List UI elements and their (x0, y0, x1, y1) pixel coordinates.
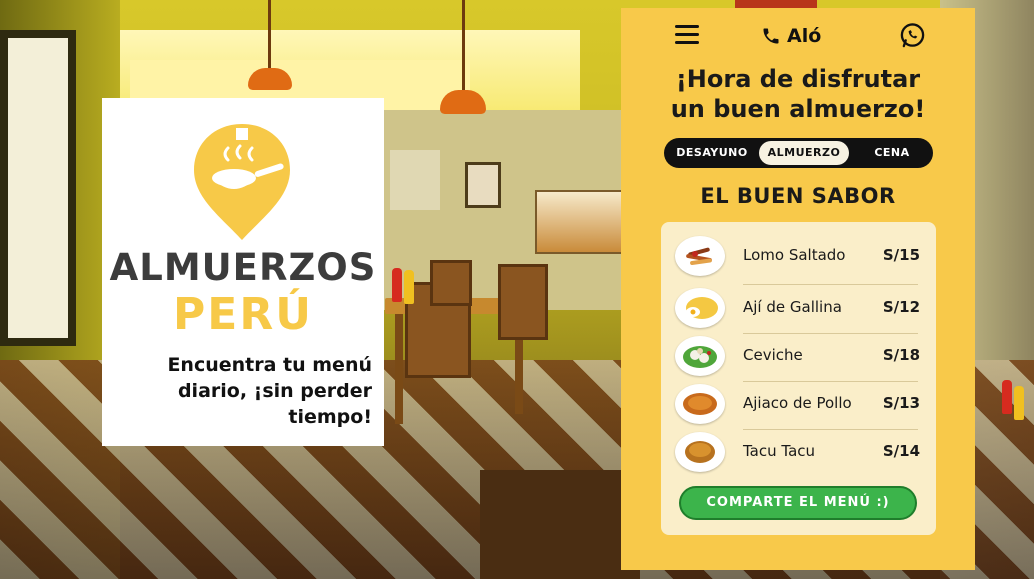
background-mustard-bottle (404, 270, 414, 304)
background-chair (498, 264, 548, 340)
tab-cena[interactable]: CENA (858, 141, 926, 165)
whatsapp-icon[interactable] (899, 22, 926, 49)
dish-price: S/15 (882, 246, 920, 264)
brand-name: ALMUERZOS (109, 246, 377, 289)
restaurant-name: EL BUEN SABOR (700, 184, 896, 208)
menu-item[interactable]: Ajiaco de Pollo S/13 (673, 380, 924, 428)
call-button[interactable]: Aló (761, 22, 821, 50)
dish-price: S/14 (882, 442, 920, 460)
menu-item[interactable]: Lomo Saltado S/15 (673, 232, 924, 280)
headline-line-1: ¡Hora de disfrutar (675, 65, 921, 93)
phone-icon (763, 28, 779, 44)
menu-item[interactable]: Ceviche S/18 (673, 332, 924, 380)
call-label: Aló (787, 25, 822, 47)
brand-tagline: Encuentra tu menú diario, ¡sin perder ti… (167, 354, 372, 428)
background-mustard-bottle (1014, 386, 1024, 420)
tab-desayuno[interactable]: DESAYUNO (670, 141, 754, 165)
dish-name: Ajiaco de Pollo (743, 394, 852, 412)
background-counter (480, 470, 640, 579)
background-ketchup-bottle (392, 268, 402, 302)
meal-tabs: DESAYUNO ALMUERZO CENA (664, 138, 933, 168)
phone-mockup: Aló ¡Hora de disfrutar un buen almuerzo!… (621, 8, 975, 570)
headline: ¡Hora de disfrutar un buen almuerzo! (621, 64, 975, 124)
tacu-tacu-dish-image (675, 432, 725, 472)
ajiaco-de-pollo-dish-image (675, 384, 725, 424)
background-order-sign (735, 0, 817, 8)
dish-price: S/18 (882, 346, 920, 364)
share-menu-button[interactable]: COMPARTE EL MENÚ :) (679, 486, 917, 520)
menu-item[interactable]: Ají de Gallina S/12 (673, 284, 924, 332)
lomo-saltado-dish-image (675, 236, 725, 276)
dish-price: S/13 (882, 394, 920, 412)
dish-name: Ají de Gallina (743, 298, 842, 316)
brand-country: PERÚ (173, 289, 313, 340)
frying-pan-pin-logo-icon (194, 124, 290, 240)
hamburger-menu-icon[interactable] (675, 25, 699, 45)
dish-name: Tacu Tacu (743, 442, 816, 460)
dish-name: Ceviche (743, 346, 803, 364)
background-table-leg (395, 314, 403, 424)
brand-card: ALMUERZOS PERÚ Encuentra tu menú diario,… (102, 98, 384, 446)
background-display-case (535, 190, 629, 254)
phone-top-bar: Aló (621, 22, 975, 50)
background-wall-painting (0, 30, 76, 346)
pendant-lamp (440, 90, 486, 114)
background-menu-board (390, 150, 440, 210)
dish-price: S/12 (882, 298, 920, 316)
pendant-lamp (248, 68, 292, 90)
headline-line-2: un buen almuerzo! (670, 95, 926, 123)
background-ketchup-bottle (1002, 380, 1012, 414)
menu-card: Lomo Saltado S/15 Ají de Gallina S/12 Ce… (661, 222, 936, 535)
tab-almuerzo[interactable]: ALMUERZO (759, 141, 849, 165)
background-chair (430, 260, 472, 306)
ceviche-dish-image (675, 336, 725, 376)
menu-item[interactable]: Tacu Tacu S/14 (673, 428, 924, 476)
aji-de-gallina-dish-image (675, 288, 725, 328)
lamp-cord (462, 0, 465, 92)
lamp-cord (268, 0, 271, 70)
dish-name: Lomo Saltado (743, 246, 846, 264)
background-picture-frame (465, 162, 501, 208)
